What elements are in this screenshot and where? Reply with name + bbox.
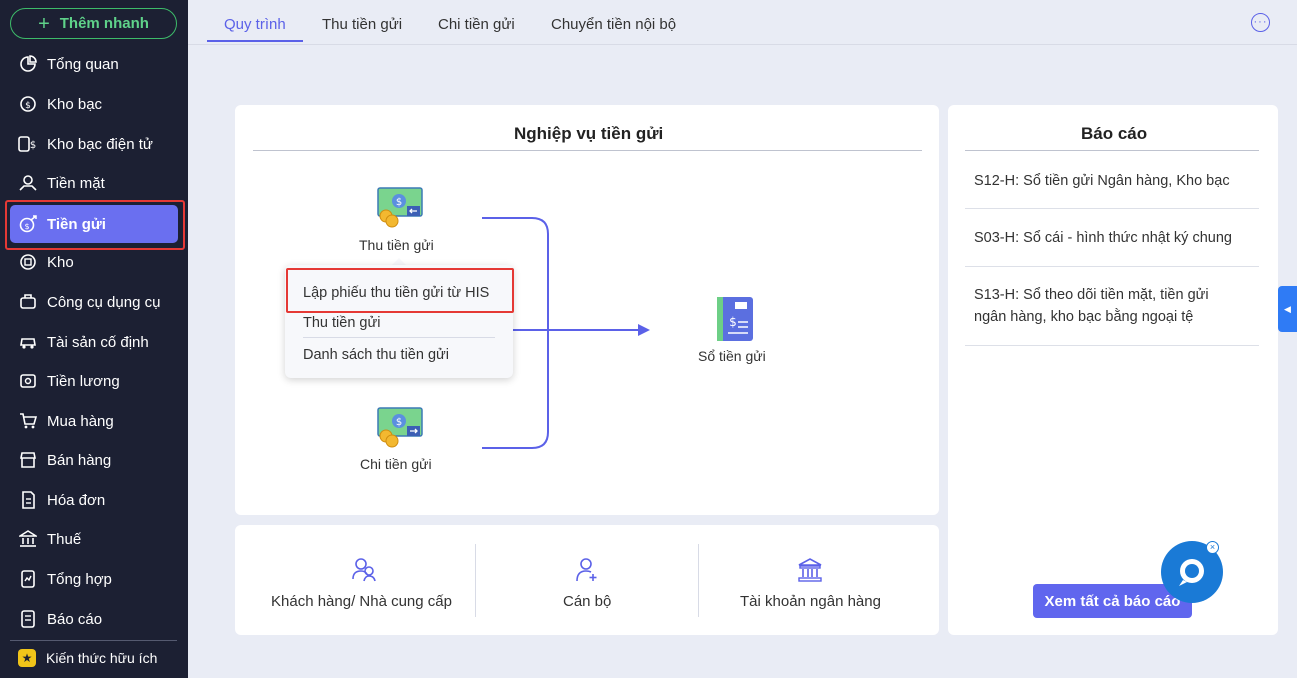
store-icon [18,450,38,470]
sidebar: + Thêm nhanh Tổng quan $ Kho bạc $ Kho b… [0,0,188,678]
report-item-s03[interactable]: S03-H: Sổ cái - hình thức nhật ký chung [974,227,1232,249]
sidebar-divider [10,640,177,641]
sidebar-item-label: Tổng quan [47,55,119,73]
pay-label[interactable]: Chi tiền gửi [360,456,432,472]
svg-text:$: $ [729,315,737,329]
salary-icon [18,371,38,391]
active-item-highlight [5,200,185,250]
side-panel-toggle[interactable]: ◀ [1278,286,1297,332]
warehouse-icon [18,252,38,272]
shortcut-separator [698,544,699,617]
sidebar-item-label: Thuế [47,530,82,548]
report-title: Báo cáo [1081,124,1148,143]
plus-icon: + [38,12,50,35]
quick-add-button[interactable]: + Thêm nhanh [10,8,177,39]
tab-thu-tien-gui[interactable]: Thu tiền gửi [322,16,402,43]
svg-text:$: $ [30,140,36,151]
sidebar-item-label: Tổng hợp [47,570,112,588]
sidebar-item-kho-bac[interactable]: $ Kho bạc [10,85,178,123]
sidebar-item-label: Kho bạc [47,95,103,113]
users-icon[interactable] [352,557,376,588]
receive-money-icon[interactable]: $ [377,186,423,233]
sidebar-item-mua-hang[interactable]: Mua hàng [10,402,178,440]
tab-chi-tien-gui[interactable]: Chi tiền gửi [438,16,515,43]
quick-add-label: Thêm nhanh [59,15,149,32]
sidebar-item-kien-thuc[interactable]: ★ Kiến thức hữu ích [18,649,157,667]
report-separator [965,208,1259,209]
sidebar-item-tien-mat[interactable]: Tiền mặt [10,164,178,202]
more-options-icon[interactable]: ··· [1251,13,1270,32]
sidebar-item-label: Kiến thức hữu ích [46,650,158,666]
report-title-rule [965,150,1259,151]
report-item-s12[interactable]: S12-H: Sổ tiền gửi Ngân hàng, Kho bạc [974,170,1230,192]
popup-arrow [392,258,406,265]
car-icon [18,332,38,352]
customer-supplier-link[interactable]: Khách hàng/ Nhà cung cấp [271,593,452,610]
sidebar-item-label: Công cụ dụng cụ [47,293,161,311]
sidebar-item-tai-san-co-dinh[interactable]: Tài sản cố định [10,323,178,361]
staff-link[interactable]: Cán bộ [563,593,611,610]
svg-text:$: $ [396,417,402,428]
star-icon: ★ [18,649,36,667]
sidebar-item-label: Kho bạc điện tử [47,135,153,153]
tools-icon [18,292,38,312]
tabs-divider [188,44,1297,45]
pie-chart-icon [18,54,38,74]
card-dollar-icon: $ [18,134,38,154]
sidebar-item-kho-bac-dien-tu[interactable]: $ Kho bạc điện tử [10,125,178,163]
sidebar-item-thue[interactable]: Thuế [10,520,178,558]
chat-icon [1179,559,1204,586]
chat-close-icon[interactable]: × [1206,541,1219,554]
popup-item-thu-tien-gui[interactable]: Thu tiền gửi [303,315,380,331]
tab-quy-trinh[interactable]: Quy trình [224,16,286,43]
sidebar-item-label: Hóa đơn [47,491,106,509]
sidebar-item-hoa-don[interactable]: Hóa đơn [10,481,178,519]
workflow-title-rule [253,150,922,151]
report-item-s13[interactable]: S13-H: Sổ theo dõi tiền mặt, tiền gửi [974,284,1209,306]
bank-icon[interactable] [797,557,823,588]
shortcut-separator [475,544,476,617]
report-icon [18,609,38,629]
invoice-icon [18,490,38,510]
receive-label[interactable]: Thu tiền gửi [359,237,434,253]
pay-money-icon[interactable]: $ [377,406,423,453]
summary-icon [18,569,38,589]
sidebar-item-label: Báo cáo [47,610,103,628]
cash-hand-icon [18,173,38,193]
user-add-icon[interactable] [576,557,598,588]
sidebar-item-ban-hang[interactable]: Bán hàng [10,441,178,479]
report-item-s13-line2[interactable]: ngân hàng, kho bạc bằng ngoại tệ [974,306,1193,328]
sidebar-item-label: Tiền lương [47,372,120,390]
bank-icon [18,529,38,549]
active-tab-indicator [207,40,303,42]
ledger-label[interactable]: Sổ tiền gửi [698,348,766,364]
sidebar-item-label: Bán hàng [47,451,112,469]
tab-chuyen-tien-noi-bo[interactable]: Chuyển tiền nội bộ [551,16,676,43]
workflow-title: Nghiệp vụ tiền gửi [514,124,664,143]
ledger-book-icon[interactable]: $ [716,296,754,347]
sidebar-item-tong-hop[interactable]: Tổng hợp [10,560,178,598]
sidebar-item-label: Kho [47,253,74,271]
report-separator [965,345,1259,346]
svg-text:$: $ [396,197,402,208]
popup-item-highlight [286,268,514,313]
coin-icon: $ [18,94,38,114]
popup-item-danh-sach[interactable]: Danh sách thu tiền gửi [303,347,449,363]
sidebar-item-label: Mua hàng [47,412,114,430]
report-separator [965,266,1259,267]
sidebar-item-label: Tài sản cố định [47,333,149,351]
sidebar-item-cong-cu-dung-cu[interactable]: Công cụ dụng cụ [10,283,178,321]
popup-separator [303,337,495,338]
svg-text:$: $ [25,101,31,111]
cart-icon [18,411,38,431]
sidebar-item-bao-cao[interactable]: Báo cáo [10,600,178,638]
bank-account-link[interactable]: Tài khoản ngân hàng [740,593,881,610]
sidebar-item-label: Tiền mặt [47,174,105,192]
sidebar-item-tien-luong[interactable]: Tiền lương [10,362,178,400]
sidebar-item-tong-quan[interactable]: Tổng quan [10,45,178,83]
